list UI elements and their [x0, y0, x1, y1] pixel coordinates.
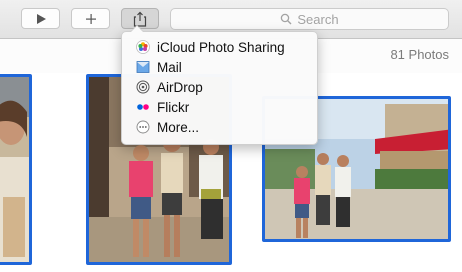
airdrop-icon: [136, 80, 150, 94]
mail-icon: [136, 60, 150, 74]
share-menu-item-label: More...: [157, 119, 200, 135]
share-menu-item-label: iCloud Photo Sharing: [157, 39, 285, 55]
play-slideshow-button[interactable]: [21, 8, 60, 29]
plus-icon: [85, 13, 96, 24]
share-menu-item-more[interactable]: More...: [136, 118, 199, 136]
share-menu-item-airdrop[interactable]: AirDrop: [136, 78, 203, 96]
more-icon: [136, 120, 150, 134]
search-placeholder: Search: [297, 11, 339, 27]
share-menu-item-label: Mail: [157, 59, 182, 75]
photo-thumbnail[interactable]: [0, 74, 32, 265]
photo-count: 81 Photos: [390, 47, 449, 62]
photo-image: [0, 77, 29, 262]
search-field[interactable]: Search: [170, 8, 449, 30]
share-menu-item-flickr[interactable]: Flickr: [136, 98, 189, 116]
share-menu: iCloud Photo Sharing Mail AirDrop Flickr…: [121, 25, 318, 145]
play-icon: [36, 13, 46, 24]
search-icon: [281, 13, 292, 25]
share-menu-item-mail[interactable]: Mail: [136, 58, 182, 76]
share-menu-item-label: Flickr: [157, 99, 190, 115]
add-button[interactable]: [71, 8, 110, 29]
share-menu-item-label: AirDrop: [157, 79, 203, 95]
flickr-icon: [136, 100, 150, 114]
icloud-photo-sharing-icon: [136, 40, 150, 54]
share-menu-item-icloud[interactable]: iCloud Photo Sharing: [136, 38, 285, 56]
